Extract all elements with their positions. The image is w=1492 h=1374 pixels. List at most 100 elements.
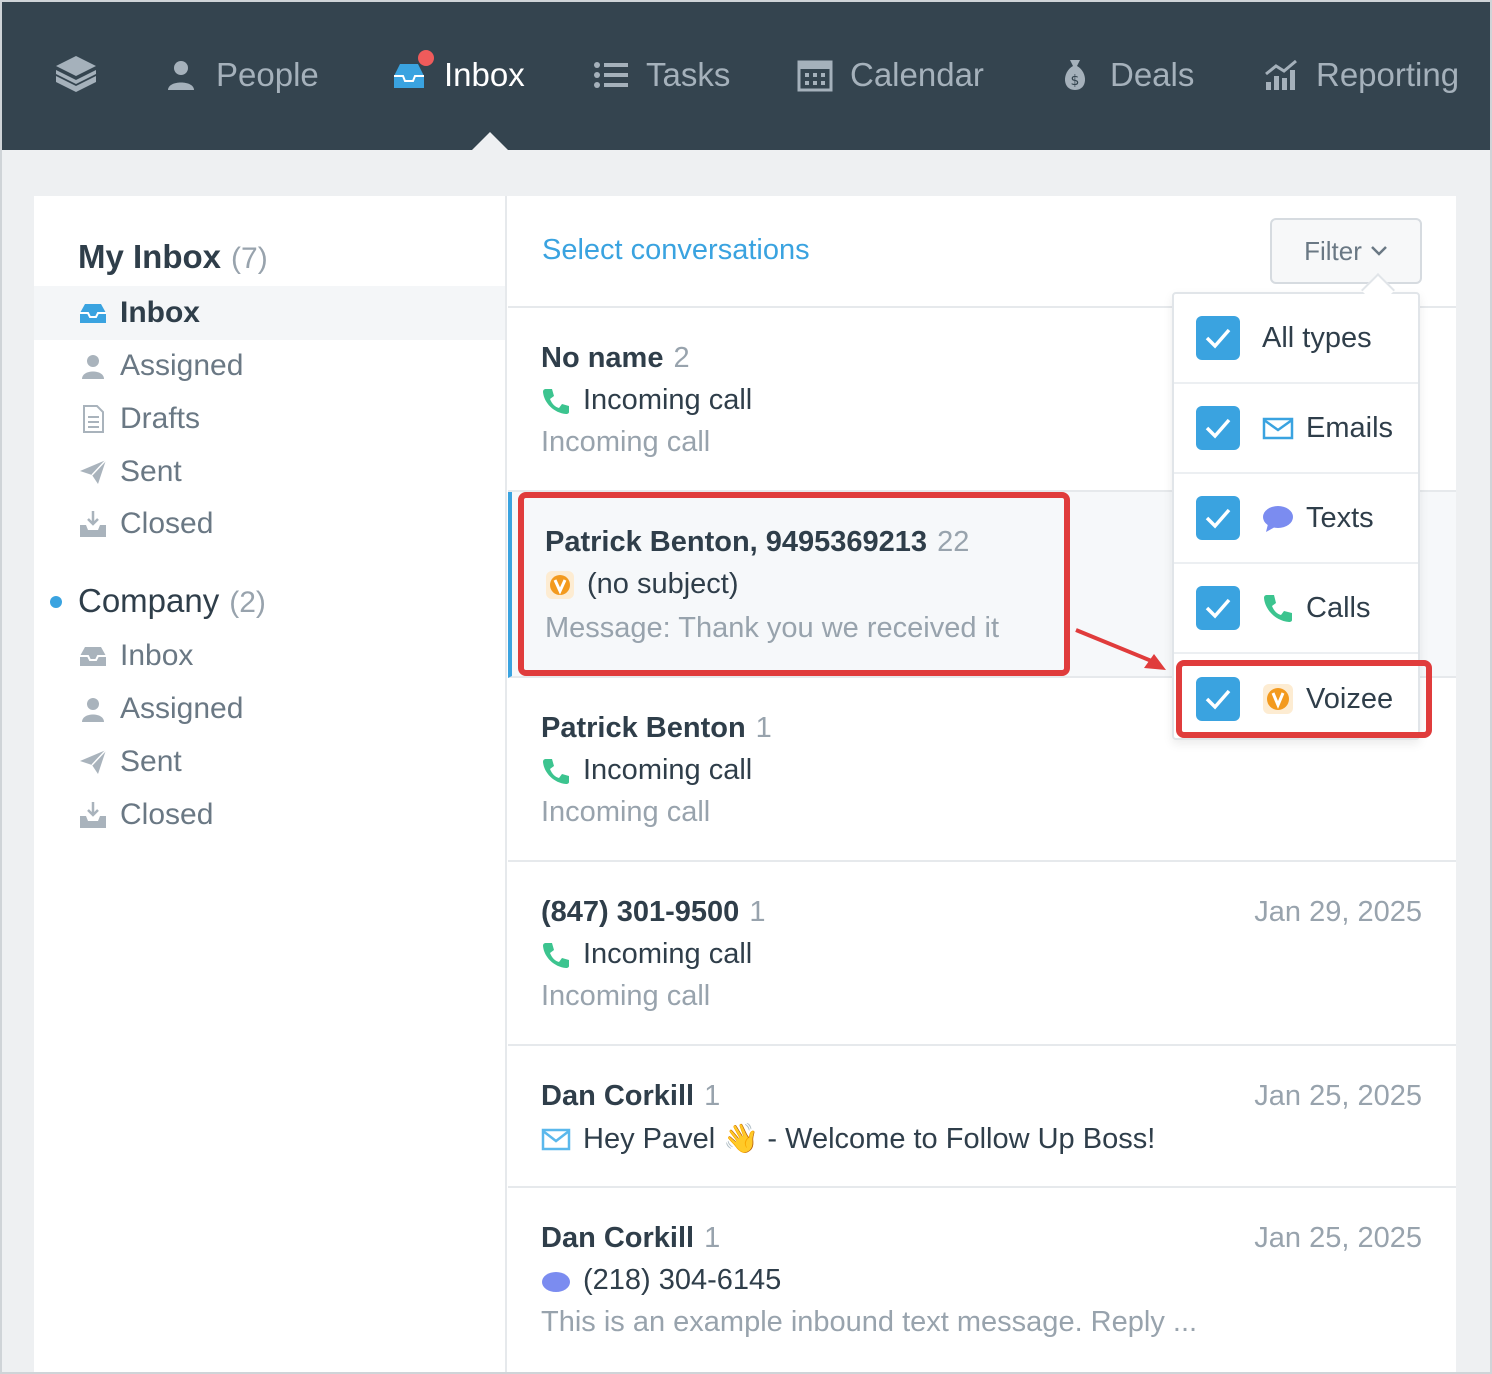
conversation-subject: Hey Pavel 👋 - Welcome to Follow Up Boss! [541,1122,1155,1156]
sidebar-item-label: Closed [120,798,214,831]
sidebar-item-company-closed[interactable]: Closed [34,788,505,842]
conversation-row[interactable]: Dan Corkill 1 Jan 25, 2025 Hey Pavel 👋 - … [508,1046,1456,1188]
filter-option-emails[interactable]: Emails [1174,384,1418,474]
conversation-preview: This is an example inbound text message.… [541,1306,1198,1338]
filter-option-texts[interactable]: Texts [1174,474,1418,564]
nav-label: Inbox [444,56,525,93]
my-inbox-heading: My Inbox (7) [78,238,268,276]
filter-option-voizee[interactable]: Voizee [1174,654,1418,744]
nav-label: People [216,56,319,93]
nav-label: Tasks [646,56,731,93]
sidebar-item-company-inbox[interactable]: Inbox [34,629,505,683]
sidebar-item-label: Assigned [120,692,244,725]
sidebar-item-label: Inbox [120,639,194,672]
conversation-row[interactable]: (847) 301-9500 1 Jan 29, 2025 Incoming ca… [508,862,1456,1046]
sidebar-item-company-sent[interactable]: Sent [34,735,505,789]
checkbox-checked[interactable] [1196,316,1240,360]
money-bag-icon: $ [1064,60,1086,90]
checkbox-checked[interactable] [1196,496,1240,540]
sidebar: My Inbox (7) Inbox Assigned Drafts Sent [34,196,507,1374]
conversation-date: Jan 25, 2025 [1254,1080,1422,1112]
checkbox-checked[interactable] [1196,406,1240,450]
annotation-arrow-icon [1075,628,1166,670]
chevron-down-icon [1371,246,1387,256]
filter-option-label: Calls [1306,591,1371,624]
filter-option-calls[interactable]: Calls [1174,564,1418,654]
contact-name: Dan Corkill 1 [541,1080,721,1112]
conversation-date: Jan 25, 2025 [1254,1222,1422,1254]
document-icon [83,405,104,433]
nav-deals[interactable]: $ Deals [1056,50,1194,100]
person-icon [82,355,104,379]
chat-bubble-icon [542,1271,570,1292]
unread-dot [50,596,62,608]
message-count: 1 [704,1222,721,1254]
section-title: My Inbox [78,238,222,275]
filter-button[interactable]: Filter [1270,218,1422,284]
conversation-preview: Incoming call [541,796,711,828]
sidebar-item-label: Sent [120,455,182,488]
sidebar-item-label: Assigned [120,349,244,382]
nav-label: Calendar [850,56,984,93]
nav-calendar[interactable]: Calendar [796,50,984,100]
sidebar-item-my-sent[interactable]: Sent [34,445,505,499]
message-count: 22 [937,526,970,558]
phone-icon [543,758,569,784]
app-logo-icon[interactable] [52,52,100,100]
section-title: Company [78,582,220,619]
conversation-date: Jan 29, 2025 [1254,896,1422,928]
checkbox-checked[interactable] [1196,677,1240,721]
conversation-subject: Incoming call [541,384,752,417]
email-icon [541,1128,571,1151]
filter-option-label: Emails [1306,411,1394,444]
conversation-subject: (no subject) [545,568,739,601]
sidebar-item-my-inbox[interactable]: Inbox [34,286,505,340]
person-icon [168,61,194,90]
select-conversations-link[interactable]: Select conversations [542,234,810,267]
chart-icon [1265,59,1297,90]
sidebar-item-company-assigned[interactable]: Assigned [34,682,505,736]
message-count: 2 [673,342,690,374]
section-count: (7) [231,242,268,275]
conversation-row[interactable]: Dan Corkill 1 Jan 25, 2025 (218) 304-6145… [508,1188,1456,1374]
sidebar-item-label: Inbox [120,296,200,329]
conversation-preview: Message: Thank you we received it [545,612,1000,644]
checkbox-checked[interactable] [1196,586,1240,630]
conversation-subject: Incoming call [541,938,752,971]
filter-label: Filter [1304,235,1362,266]
list-icon [594,62,628,88]
sidebar-item-my-assigned[interactable]: Assigned [34,339,505,393]
message-count: 1 [704,1080,721,1112]
nav-tasks[interactable]: Tasks [592,50,730,100]
person-icon [82,698,104,722]
sidebar-item-my-drafts[interactable]: Drafts [34,392,505,446]
section-count: (2) [229,586,266,619]
sidebar-item-label: Drafts [120,402,201,435]
conversation-subject: (218) 304-6145 [541,1264,781,1297]
contact-name: Patrick Benton, 9495369213 22 [545,526,970,558]
paper-plane-icon [80,749,107,774]
archive-download-icon [80,802,106,828]
conversation-preview: Incoming call [541,426,711,458]
contact-name: (847) 301-9500 1 [541,896,766,928]
company-heading: Company (2) [78,582,266,620]
calendar-icon [797,60,833,92]
filter-dropdown: All types Emails Texts Calls Voizee [1172,292,1420,740]
contact-name: Patrick Benton 1 [541,712,772,744]
filter-option-all-types[interactable]: All types [1174,294,1418,384]
conversation-preview: Incoming call [541,980,711,1012]
inbox-icon [80,304,106,323]
nav-people[interactable]: People [162,50,319,100]
message-count: 1 [749,896,766,928]
email-icon [1262,417,1294,440]
nav-reporting[interactable]: Reporting [1262,50,1459,100]
notification-dot [418,50,434,66]
nav-inbox[interactable]: Inbox [390,50,525,100]
filter-option-label: All types [1262,321,1372,354]
svg-text:$: $ [1071,73,1080,89]
checkmark-icon [1205,328,1231,349]
sidebar-item-my-closed[interactable]: Closed [34,497,505,551]
phone-icon [543,388,569,414]
message-count: 1 [755,712,772,744]
checkmark-icon [1205,598,1231,619]
